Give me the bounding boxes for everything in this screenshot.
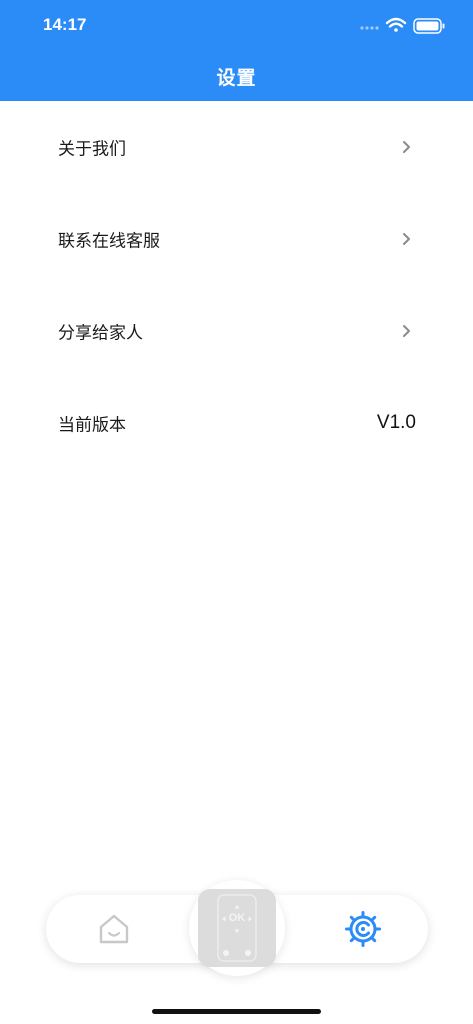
settings-item-customer-service[interactable]: 联系在线客服 bbox=[0, 193, 473, 285]
home-icon[interactable] bbox=[97, 912, 131, 946]
status-icons bbox=[359, 16, 449, 36]
wifi-icon bbox=[385, 17, 407, 32]
settings-item-version: 当前版本 V1.0 bbox=[0, 377, 473, 469]
chevron-right-icon bbox=[403, 141, 410, 153]
header-bar: 14:17 设置 bbox=[0, 0, 473, 101]
signal-icon bbox=[360, 26, 379, 30]
remote-tile: OK bbox=[198, 889, 276, 967]
remote-ok-label: OK bbox=[228, 912, 246, 924]
battery-icon bbox=[413, 18, 445, 34]
settings-item-label: 关于我们 bbox=[58, 139, 126, 160]
settings-list: 关于我们 联系在线客服 分享给家人 当前版本 V1.0 bbox=[0, 101, 473, 469]
status-time: 14:17 bbox=[43, 15, 87, 34]
page-title: 设置 bbox=[216, 67, 257, 89]
remote-control-icon bbox=[217, 894, 257, 962]
chevron-right-icon bbox=[403, 325, 410, 337]
chevron-right-icon bbox=[403, 233, 410, 245]
settings-item-label: 当前版本 bbox=[58, 415, 126, 436]
settings-item-share[interactable]: 分享给家人 bbox=[0, 285, 473, 377]
settings-item-label: 联系在线客服 bbox=[58, 231, 160, 252]
remote-tab-button[interactable]: OK bbox=[189, 880, 285, 976]
gear-icon[interactable] bbox=[345, 911, 381, 947]
home-indicator bbox=[152, 1009, 321, 1014]
settings-item-label: 分享给家人 bbox=[58, 323, 143, 344]
version-value: V1.0 bbox=[376, 412, 416, 433]
settings-item-about[interactable]: 关于我们 bbox=[0, 101, 473, 193]
